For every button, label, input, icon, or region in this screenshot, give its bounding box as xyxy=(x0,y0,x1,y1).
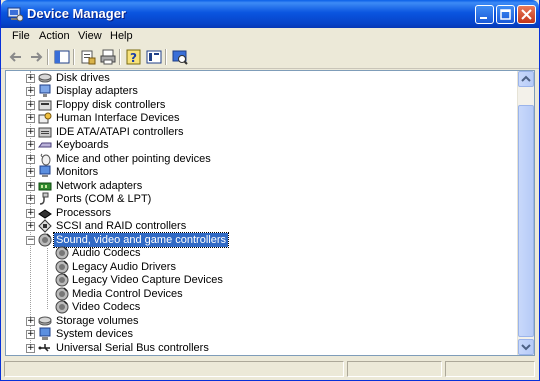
console-tree-icon[interactable] xyxy=(145,48,163,66)
close-icon xyxy=(521,9,532,20)
status-pane-main xyxy=(4,361,344,377)
status-pane-2 xyxy=(347,361,442,377)
title-bar[interactable]: Device Manager xyxy=(1,0,539,28)
tree-item-label: Legacy Video Capture Devices xyxy=(72,274,223,286)
chevron-up-icon xyxy=(521,75,531,82)
tree-item-label: Audio Codecs xyxy=(72,247,141,259)
tree-item-label: Floppy disk controllers xyxy=(56,99,166,111)
expand-icon[interactable]: + xyxy=(26,128,35,137)
usb-icon xyxy=(38,344,50,352)
sound-icon xyxy=(55,273,69,287)
tree-item-label: System devices xyxy=(56,328,134,340)
expand-icon[interactable]: + xyxy=(26,344,35,353)
expand-icon[interactable]: + xyxy=(26,222,35,231)
monitor-icon xyxy=(39,165,51,177)
vertical-scrollbar[interactable] xyxy=(517,71,534,355)
chevron-down-icon xyxy=(521,344,531,351)
tree-item-label: SCSI and RAID controllers xyxy=(56,220,187,232)
menu-action[interactable]: Action xyxy=(39,30,70,42)
menu-bar: File Action View Help xyxy=(1,28,539,47)
status-bar xyxy=(1,358,539,380)
ide-controller-icon xyxy=(38,127,52,138)
tree-item-label: Storage volumes xyxy=(56,315,139,327)
close-button[interactable] xyxy=(517,5,536,24)
properties-icon[interactable] xyxy=(79,48,97,66)
sound-icon xyxy=(55,260,69,274)
show-hide-tree-icon[interactable] xyxy=(53,48,71,66)
minimize-icon xyxy=(480,17,487,19)
tree-item-label: Legacy Audio Drivers xyxy=(72,261,176,273)
collapse-icon[interactable]: − xyxy=(26,236,35,245)
expand-icon[interactable]: + xyxy=(26,141,35,150)
expand-icon[interactable]: + xyxy=(26,209,35,218)
tree-item-label: Processors xyxy=(56,207,112,219)
tree-item-label: Network adapters xyxy=(56,180,143,192)
expand-icon[interactable]: + xyxy=(26,114,35,123)
expand-icon[interactable]: + xyxy=(26,317,35,326)
expand-icon[interactable]: + xyxy=(26,74,35,83)
processor-icon xyxy=(38,209,52,219)
tree-connector-line xyxy=(47,248,48,309)
expand-icon[interactable]: + xyxy=(26,195,35,204)
expand-icon[interactable]: + xyxy=(26,87,35,96)
floppy-controller-icon xyxy=(38,100,52,111)
display-adapter-icon xyxy=(39,84,51,97)
toolbar-separator xyxy=(73,49,75,65)
expand-icon[interactable]: + xyxy=(26,155,35,164)
scan-hardware-icon[interactable] xyxy=(171,48,189,66)
menu-view[interactable]: View xyxy=(78,30,102,42)
minimize-button[interactable] xyxy=(475,5,494,24)
disk-drive-icon xyxy=(38,73,52,83)
sound-icon xyxy=(55,246,69,260)
tree-item-label: Universal Serial Bus controllers xyxy=(56,342,209,354)
storage-volume-icon xyxy=(38,316,52,326)
mouse-icon xyxy=(40,153,51,166)
tree-item-label: Video Codecs xyxy=(72,301,141,313)
tree-item-label: Monitors xyxy=(56,166,99,178)
back-icon[interactable] xyxy=(7,48,25,66)
expand-icon[interactable]: + xyxy=(26,182,35,191)
forward-icon[interactable] xyxy=(27,48,45,66)
device-manager-window: Device Manager File Action View Help ? +… xyxy=(0,0,540,381)
scroll-up-button[interactable] xyxy=(518,71,534,87)
tree-item-label: IDE ATA/ATAPI controllers xyxy=(56,126,184,138)
window-title: Device Manager xyxy=(27,6,126,21)
network-adapter-icon xyxy=(38,182,52,191)
tree-item-label: Mice and other pointing devices xyxy=(56,153,211,165)
scroll-down-button[interactable] xyxy=(518,339,534,355)
status-pane-3 xyxy=(445,361,535,377)
keyboard-icon xyxy=(38,142,52,148)
help-icon[interactable]: ? xyxy=(125,48,143,66)
toolbar: ? xyxy=(1,46,539,69)
tree-item-label-selected: Sound, video and game controllers xyxy=(53,232,229,248)
device-manager-icon xyxy=(7,7,23,22)
maximize-button[interactable] xyxy=(496,5,515,24)
scsi-icon xyxy=(38,219,52,233)
hid-icon xyxy=(38,112,52,124)
scrollbar-thumb[interactable] xyxy=(518,105,534,337)
menu-file[interactable]: File xyxy=(12,30,30,42)
sound-icon xyxy=(38,233,52,247)
device-tree-panel[interactable]: + Disk drives + Display adapters + Flopp… xyxy=(5,70,535,356)
sound-icon xyxy=(55,287,69,301)
toolbar-separator xyxy=(165,49,167,65)
sound-icon xyxy=(55,300,69,314)
toolbar-separator xyxy=(47,49,49,65)
svg-text:?: ? xyxy=(130,51,137,65)
tree-item-label: Media Control Devices xyxy=(72,288,183,300)
tree-item-label: Ports (COM & LPT) xyxy=(56,193,152,205)
expand-icon[interactable]: + xyxy=(26,168,35,177)
tree-item-label: Display adapters xyxy=(56,85,138,97)
tree-item-label: Disk drives xyxy=(56,72,110,84)
maximize-icon xyxy=(500,9,511,20)
print-icon[interactable] xyxy=(99,48,117,66)
tree-item-label: Keyboards xyxy=(56,139,109,151)
system-device-icon xyxy=(39,327,51,340)
port-icon xyxy=(39,192,49,205)
toolbar-separator xyxy=(119,49,121,65)
menu-help[interactable]: Help xyxy=(110,30,133,42)
expand-icon[interactable]: + xyxy=(26,330,35,339)
tree-item-label: Human Interface Devices xyxy=(56,112,180,124)
expand-icon[interactable]: + xyxy=(26,101,35,110)
